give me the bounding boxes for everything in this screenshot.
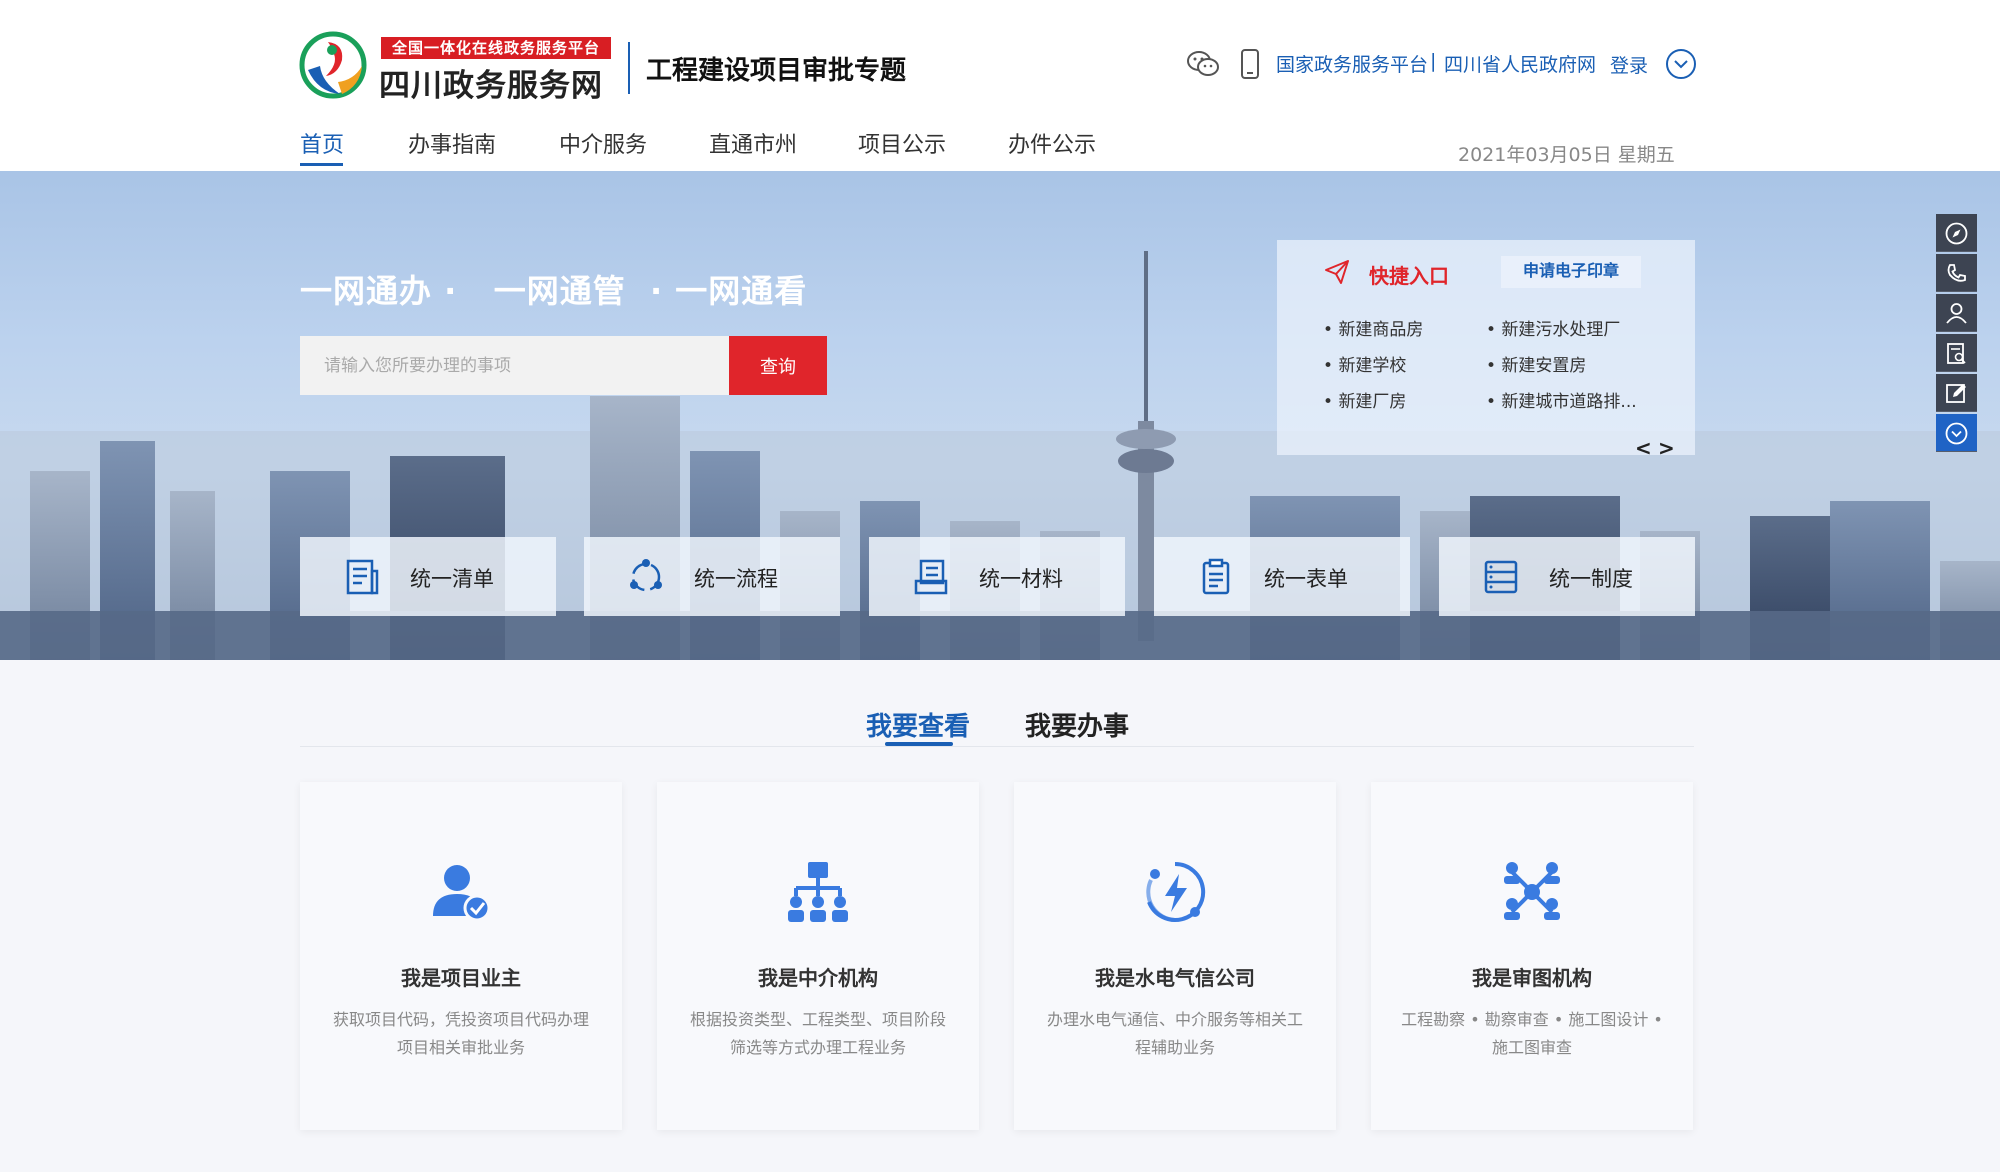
role-title: 我是项目业主 [401, 966, 521, 990]
page-title: 工程建设项目审批专题 [646, 56, 907, 86]
feature-unified-regulation[interactable]: 统一制度 [1439, 537, 1695, 616]
nav-active-indicator [300, 163, 343, 166]
login-link[interactable]: 登录 [1610, 51, 1648, 78]
compass-icon [1945, 222, 1968, 245]
feature-unified-materials[interactable]: 统一材料 [869, 537, 1125, 616]
role-title: 我是中介机构 [758, 966, 878, 990]
role-title: 我是审图机构 [1472, 966, 1592, 990]
role-card-owner[interactable]: 我是项目业主 获取项目代码，凭投资项目代码办理项目相关审批业务 [300, 782, 622, 1130]
nav-item-home[interactable]: 首页 [300, 127, 344, 159]
edit-icon [1946, 384, 1966, 403]
owner-verified-icon [433, 865, 491, 922]
chevron-down-icon [1945, 422, 1968, 445]
feature-label: 统一流程 [694, 567, 778, 591]
side-compass-button[interactable] [1936, 214, 1977, 252]
role-card-utility[interactable]: 我是水电气信公司 办理水电气通信、中介服务等相关工程辅助业务 [1014, 782, 1336, 1130]
quick-entry-item[interactable]: • 新建城市道路排... [1486, 387, 1637, 412]
paper-plane-icon [1325, 260, 1349, 284]
side-user-button[interactable] [1936, 294, 1977, 332]
feature-label: 统一材料 [979, 567, 1063, 591]
quick-entry-item[interactable]: • 新建商品房 [1323, 315, 1423, 340]
role-description: 工程勘察 • 勘察审查 • 施工图设计 • 施工图审查 [1401, 1010, 1663, 1057]
role-card-review[interactable]: 我是审图机构 工程勘察 • 勘察审查 • 施工图设计 • 施工图审查 [1371, 782, 1693, 1130]
logo-divider [628, 42, 630, 94]
feature-unified-form[interactable]: 统一表单 [1154, 537, 1410, 616]
quick-entry-panel: 快捷入口 申请电子印章 • 新建商品房 • 新建污水处理厂 • 新建学校 • 新… [1277, 240, 1695, 460]
mobile-phone-icon[interactable] [1240, 49, 1260, 79]
regulation-list-icon [1484, 560, 1518, 594]
role-title: 我是水电气信公司 [1095, 966, 1255, 990]
quick-entry-title: 快捷入口 [1369, 264, 1449, 288]
feature-label: 统一表单 [1264, 567, 1348, 591]
feature-label: 统一清单 [410, 567, 494, 591]
quick-entry-item[interactable]: • 新建厂房 [1323, 387, 1406, 412]
role-description: 获取项目代码，凭投资项目代码办理项目相关审批业务 [332, 1010, 589, 1057]
process-cycle-icon [630, 559, 662, 592]
quick-entry-next-button[interactable]: > [1658, 436, 1675, 460]
quick-entry-prev-button[interactable]: < [1635, 436, 1652, 460]
phone-icon [1947, 264, 1966, 282]
tab-view[interactable]: 我要查看 [866, 706, 970, 743]
role-card-intermediary[interactable]: 我是中介机构 根据投资类型、工程类型、项目阶段筛选等方式办理工程业务 [657, 782, 979, 1130]
search-button[interactable]: 查询 [729, 336, 827, 395]
feature-label: 统一制度 [1549, 567, 1633, 591]
role-description: 办理水电气通信、中介服务等相关工程辅助业务 [1046, 1010, 1303, 1057]
nav-item-case-notice[interactable]: 办件公示 [1008, 127, 1096, 159]
chevron-down-circle-icon[interactable] [1665, 48, 1697, 80]
tab-do[interactable]: 我要办事 [1025, 706, 1129, 743]
side-collapse-button[interactable] [1936, 414, 1977, 452]
logo-name[interactable]: 四川政务服务网 [379, 60, 619, 104]
province-government-link[interactable]: 四川省人民政府网 [1444, 50, 1596, 77]
link-separator: | [1430, 50, 1437, 72]
logo-ribbon: 全国一体化在线政务服务平台 [381, 37, 611, 59]
nav-item-intermediary[interactable]: 中介服务 [559, 127, 647, 159]
side-document-search-button[interactable] [1936, 334, 1977, 372]
clipboard-form-icon [1202, 558, 1230, 595]
side-edit-button[interactable] [1936, 374, 1977, 412]
user-icon [1946, 303, 1967, 324]
quick-entry-item[interactable]: • 新建污水处理厂 [1486, 315, 1620, 340]
side-toolbar [1936, 214, 1977, 458]
role-description: 根据投资类型、工程类型、项目阶段筛选等方式办理工程业务 [689, 1010, 946, 1057]
list-document-icon [346, 559, 379, 595]
site-header: 全国一体化在线政务服务平台 四川政务服务网 工程建设项目审批专题 国家政务服务平… [0, 0, 2000, 171]
quick-entry-item[interactable]: • 新建安置房 [1486, 351, 1586, 376]
nav-item-guide[interactable]: 办事指南 [408, 127, 496, 159]
materials-stack-icon [914, 559, 948, 595]
side-phone-button[interactable] [1936, 254, 1977, 292]
document-search-icon [1947, 343, 1966, 364]
hero-slogan: 一网通办 · 一网通管 · 一网通看 [300, 272, 808, 310]
site-logo-icon[interactable] [298, 30, 368, 100]
tab-divider [300, 746, 1694, 747]
national-platform-link[interactable]: 国家政务服务平台 [1276, 50, 1428, 77]
hero-banner: 一网通办 · 一网通管 · 一网通看 查询 快捷入口 申请电子印章 • 新建商品… [0, 171, 2000, 660]
current-date: 2021年03月05日 星期五 [1458, 144, 1675, 166]
feature-unified-list[interactable]: 统一清单 [300, 537, 556, 616]
nav-item-cities[interactable]: 直通市州 [709, 127, 797, 159]
utility-power-icon [1146, 861, 1206, 922]
apply-e-seal-button[interactable]: 申请电子印章 [1501, 256, 1641, 288]
network-review-icon [1504, 862, 1560, 920]
nav-item-project-notice[interactable]: 项目公示 [858, 127, 946, 159]
search-input[interactable] [300, 336, 729, 395]
org-chart-icon [788, 862, 848, 922]
feature-unified-process[interactable]: 统一流程 [584, 537, 840, 616]
quick-entry-item[interactable]: • 新建学校 [1323, 351, 1406, 376]
wechat-icon[interactable] [1186, 50, 1220, 78]
